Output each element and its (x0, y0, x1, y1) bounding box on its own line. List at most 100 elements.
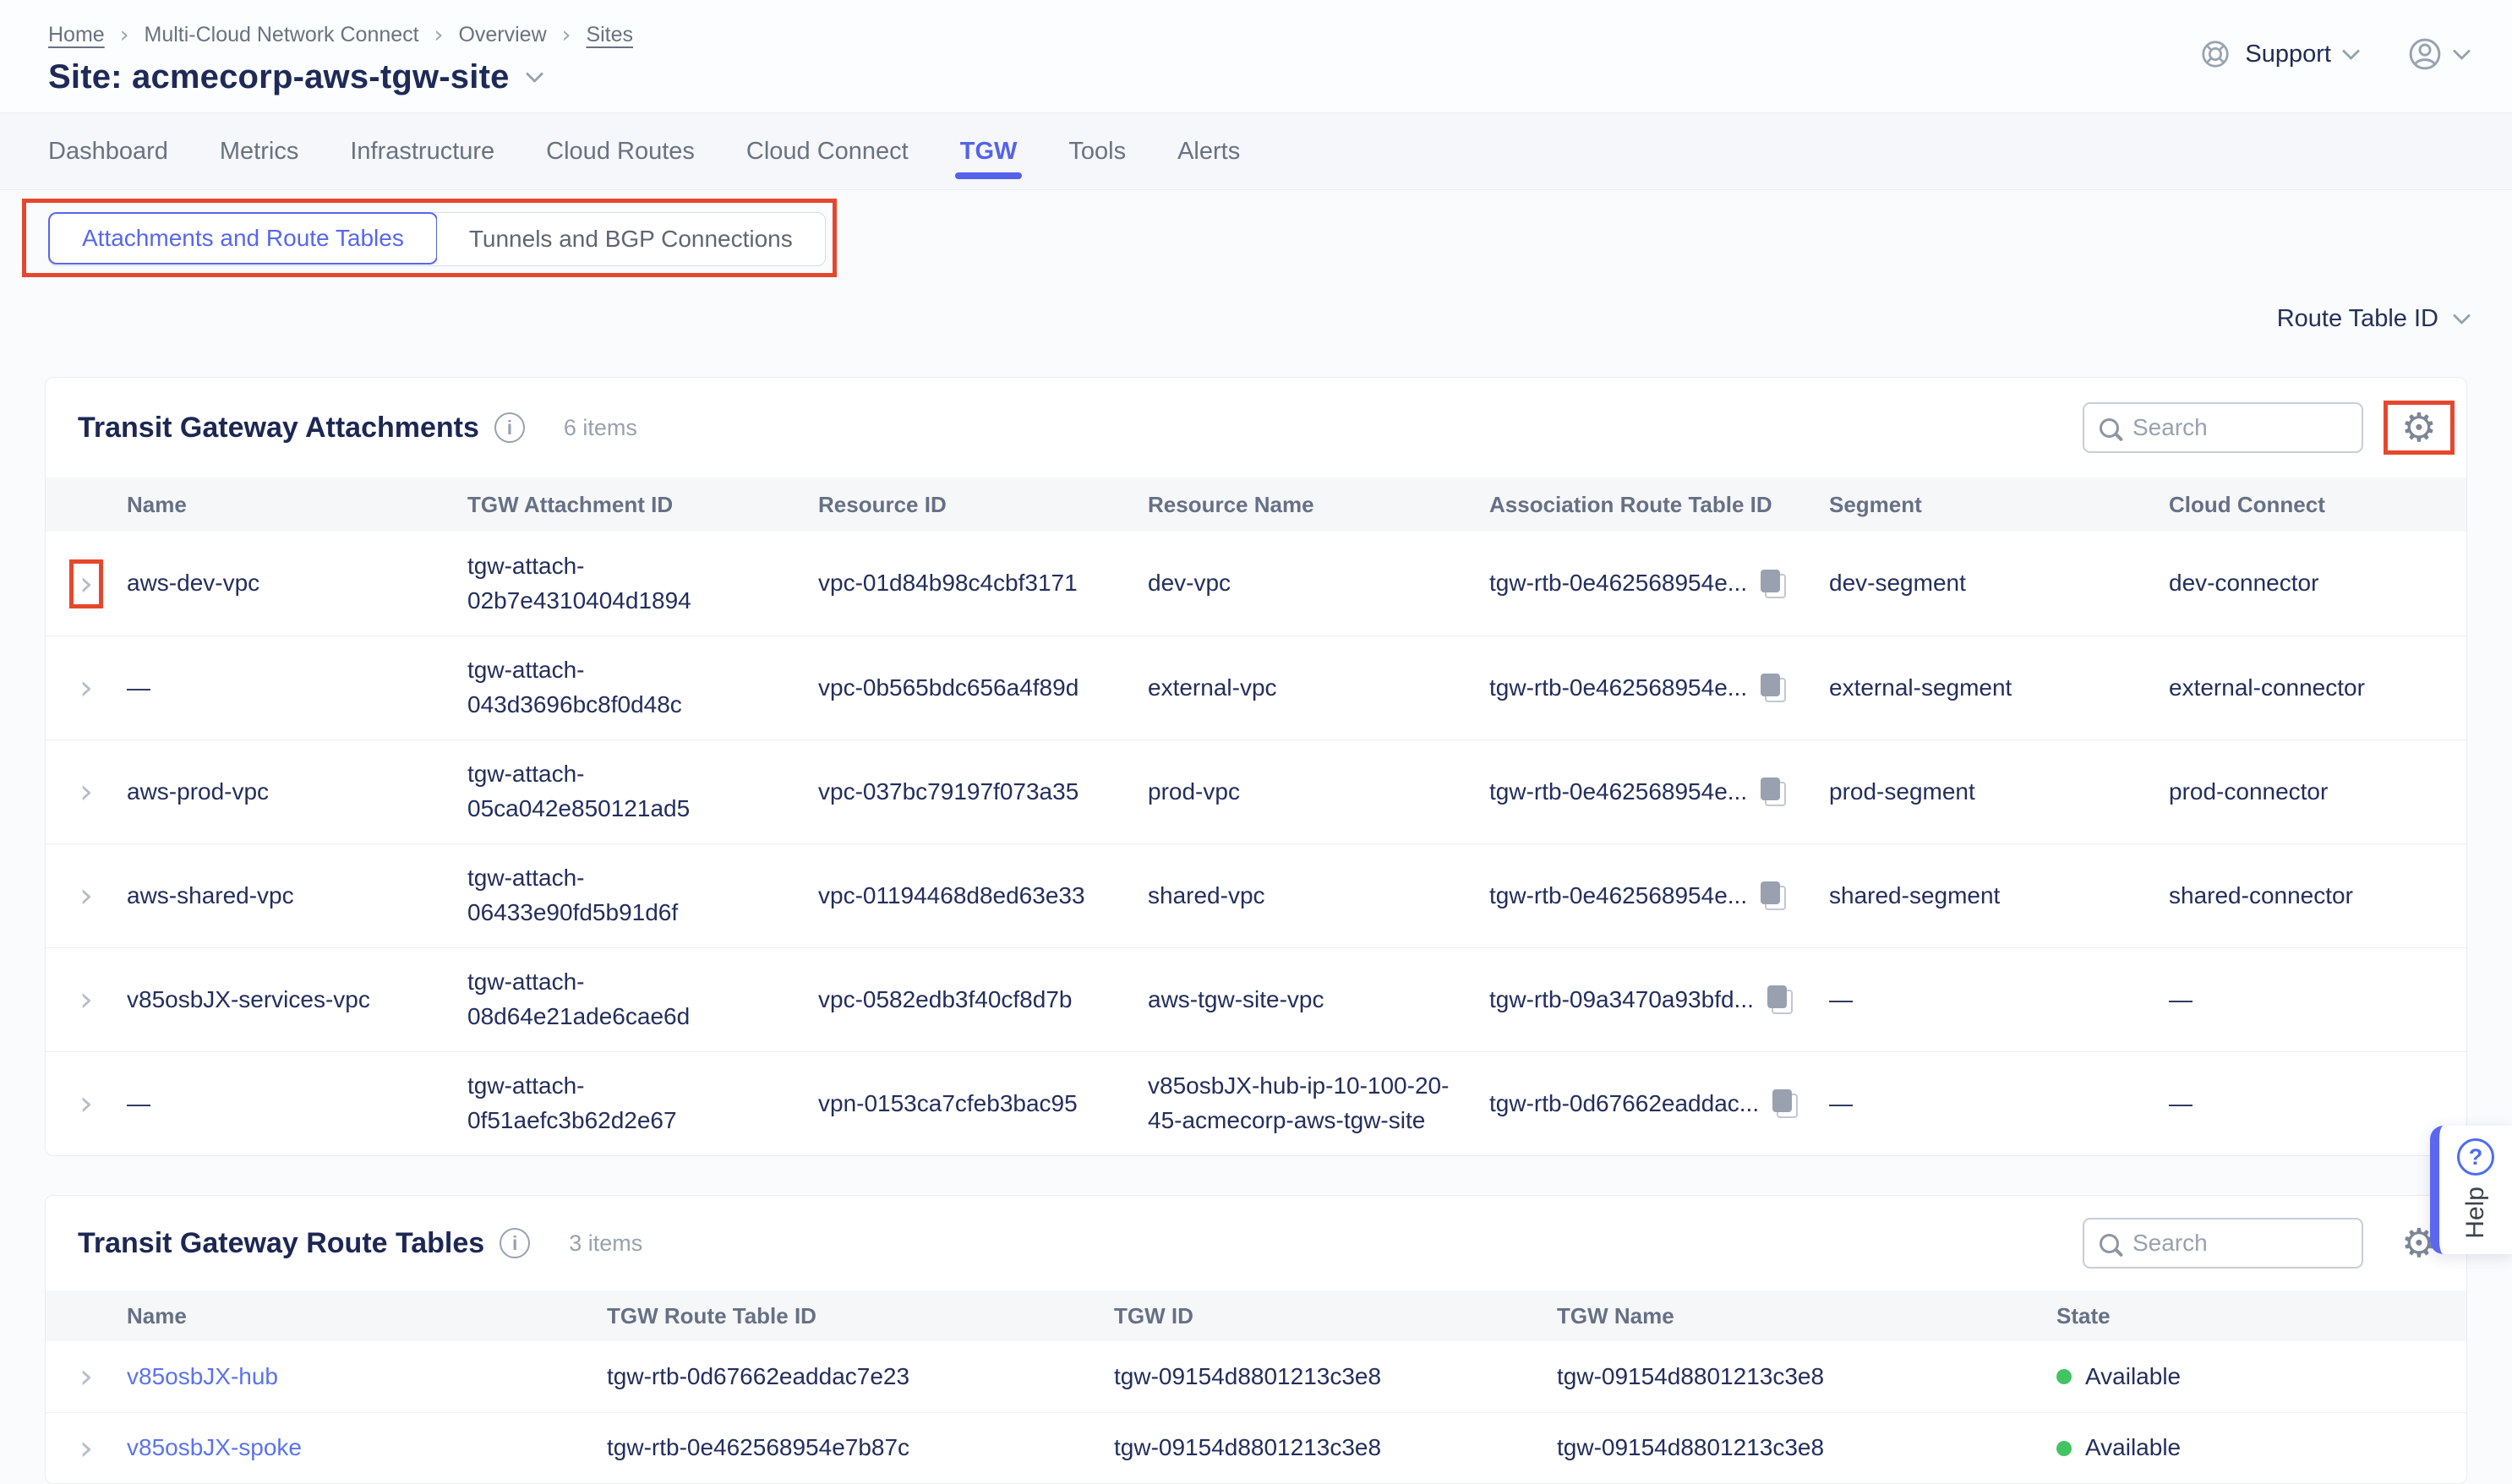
row-expand-chevron[interactable]: › (72, 1083, 101, 1124)
route-table-id-dropdown[interactable]: Route Table ID (0, 305, 2468, 333)
cell-assoc-id: tgw-rtb-0e462568954e... (1489, 879, 1747, 914)
breadcrumb-home[interactable]: Home (48, 23, 105, 47)
cell-resource-id: vpc-0582edb3f40cf8d7b (818, 983, 1148, 1018)
cell-segment: dev-segment (1829, 566, 2169, 601)
col-state: State (2056, 1303, 2466, 1329)
tab-tools[interactable]: Tools (1068, 113, 1126, 189)
avatar-icon (2406, 35, 2444, 73)
user-menu[interactable] (2406, 35, 2468, 73)
main-tabbar: Dashboard Metrics Infrastructure Cloud R… (0, 112, 2512, 190)
cell-resource-name: aws-tgw-site-vpc (1148, 983, 1479, 1018)
copy-icon[interactable] (1761, 570, 1786, 598)
table-row: › — tgw-attach-0f51aefc3b62d2e67 vpn-015… (46, 1051, 2466, 1155)
status-label: Available (2085, 1431, 2181, 1465)
tab-tgw[interactable]: TGW (960, 113, 1018, 189)
route-tables-items-count: 3 items (569, 1230, 642, 1257)
tab-alerts[interactable]: Alerts (1177, 113, 1240, 189)
table-row: › — tgw-attach-043d3696bc8f0d48c vpc-0b5… (46, 636, 2466, 739)
tab-dashboard[interactable]: Dashboard (48, 113, 168, 189)
cell-assoc-id: tgw-rtb-0d67662eaddac... (1489, 1087, 1759, 1121)
route-table-id-chevron-icon (2453, 307, 2471, 325)
tab-metrics[interactable]: Metrics (220, 113, 298, 189)
cell-tgw-id: tgw-09154d8801213c3e8 (1114, 1360, 1557, 1394)
route-table-name-link[interactable]: v85osbJX-spoke (127, 1431, 607, 1465)
cell-resource-id: vpc-0b565bdc656a4f89d (818, 671, 1148, 706)
row-expand-chevron[interactable]: › (72, 668, 101, 708)
app-header: Home › Multi-Cloud Network Connect › Ove… (0, 0, 2512, 112)
route-tables-header-row: Name TGW Route Table ID TGW ID TGW Name … (46, 1290, 2466, 1341)
subtab-attachments-route-tables[interactable]: Attachments and Route Tables (48, 212, 438, 265)
copy-icon[interactable] (1761, 881, 1786, 910)
cell-cloud-connect: — (2169, 983, 2466, 1018)
support-label: Support (2245, 41, 2331, 68)
col-tgw-attachment-id: TGW Attachment ID (467, 492, 818, 518)
cell-segment: — (1829, 1087, 2169, 1121)
tab-cloud-routes[interactable]: Cloud Routes (546, 113, 695, 189)
cell-name: — (127, 671, 467, 706)
subtab-tunnels-bgp-connections[interactable]: Tunnels and BGP Connections (437, 213, 825, 265)
cell-segment: — (1829, 983, 2169, 1018)
support-menu[interactable]: Support (2199, 38, 2357, 70)
cell-route-table-id: tgw-rtb-0d67662eaddac7e23 (607, 1360, 1114, 1394)
route-tables-search-box (2083, 1218, 2363, 1268)
copy-icon[interactable] (1761, 777, 1786, 806)
cell-resource-id: vpc-01194468d8ed63e33 (818, 879, 1148, 914)
row-expand-chevron[interactable]: › (72, 1428, 101, 1469)
col-resource-name: Resource Name (1148, 492, 1489, 518)
cell-name: aws-dev-vpc (127, 566, 467, 601)
cell-resource-name: v85osbJX-hub-ip-10-100-20-45-acmecorp-aw… (1148, 1069, 1479, 1138)
tab-cloud-connect[interactable]: Cloud Connect (746, 113, 909, 189)
attachments-search-input[interactable] (2132, 414, 2350, 441)
copy-icon[interactable] (1767, 985, 1793, 1014)
cell-resource-id: vpc-037bc79197f073a35 (818, 775, 1148, 810)
row-expand-chevron[interactable]: › (72, 1356, 101, 1397)
site-dropdown-chevron-icon[interactable] (525, 65, 543, 83)
cell-attachment-id: tgw-attach-043d3696bc8f0d48c (467, 653, 738, 722)
attachments-items-count: 6 items (564, 415, 637, 441)
cell-attachment-id: tgw-attach-08d64e21ade6cae6d (467, 965, 738, 1034)
col-tgw-name: TGW Name (1557, 1303, 2056, 1329)
cell-assoc-id: tgw-rtb-0e462568954e... (1489, 671, 1747, 706)
help-tab[interactable]: ? Help (2430, 1126, 2512, 1254)
col-tgw-route-table-id: TGW Route Table ID (607, 1303, 1114, 1329)
cell-resource-name: prod-vpc (1148, 775, 1479, 810)
breadcrumb-overview: Overview (458, 23, 546, 47)
lifebuoy-icon (2199, 38, 2231, 70)
cell-resource-name: shared-vpc (1148, 879, 1479, 914)
chevron-right-icon: › (79, 1087, 93, 1121)
col-name: Name (127, 492, 467, 518)
chevron-right-icon: › (79, 671, 93, 705)
attachments-table-title: Transit Gateway Attachments (78, 412, 479, 445)
chevron-right-icon: › (79, 983, 93, 1017)
help-label: Help (2461, 1187, 2490, 1239)
col-segment: Segment (1829, 492, 2169, 518)
info-icon[interactable]: i (494, 412, 525, 443)
user-menu-chevron-icon (2453, 41, 2471, 59)
info-icon[interactable]: i (500, 1228, 530, 1258)
breadcrumb-sites[interactable]: Sites (586, 23, 633, 47)
cell-attachment-id: tgw-attach-02b7e4310404d1894 (467, 549, 738, 618)
row-expand-chevron[interactable]: › (72, 772, 101, 812)
cell-segment: prod-segment (1829, 775, 2169, 810)
cell-cloud-connect: shared-connector (2169, 879, 2466, 914)
chevron-right-icon: › (79, 1432, 93, 1465)
copy-icon[interactable] (1761, 674, 1786, 702)
route-table-name-link[interactable]: v85osbJX-hub (127, 1360, 607, 1394)
route-tables-title: Transit Gateway Route Tables (78, 1227, 484, 1260)
table-row: › aws-prod-vpc tgw-attach-05ca042e850121… (46, 739, 2466, 843)
breadcrumb-separator: › (120, 22, 129, 48)
route-tables-search-input[interactable] (2132, 1230, 2350, 1257)
route-table-id-label: Route Table ID (2277, 305, 2438, 333)
tab-infrastructure[interactable]: Infrastructure (350, 113, 494, 189)
attachments-settings-button[interactable]: ⚙ (2397, 406, 2441, 450)
copy-icon[interactable] (1772, 1089, 1798, 1118)
col-resource-id: Resource ID (818, 492, 1148, 518)
cell-resource-id: vpn-0153ca7cfeb3bac95 (818, 1087, 1148, 1121)
cell-tgw-name: tgw-09154d8801213c3e8 (1557, 1431, 2056, 1465)
chevron-right-icon: › (79, 1360, 93, 1394)
breadcrumb-separator: › (434, 22, 444, 48)
row-expand-chevron[interactable]: › (72, 564, 101, 604)
row-expand-chevron[interactable]: › (72, 979, 101, 1020)
cell-cloud-connect: dev-connector (2169, 566, 2466, 601)
row-expand-chevron[interactable]: › (72, 876, 101, 916)
